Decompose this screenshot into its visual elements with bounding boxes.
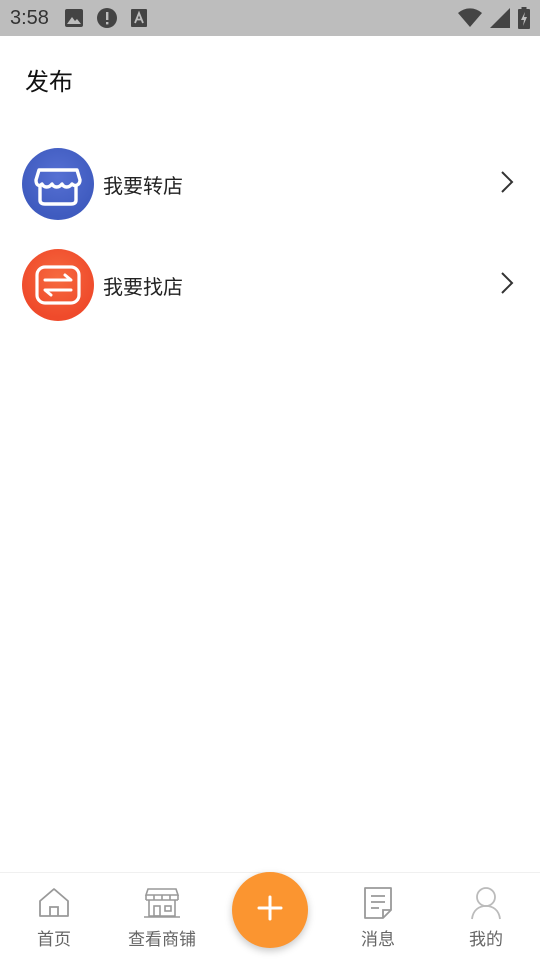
nav-label: 我的 [469,930,503,950]
publish-fab-button[interactable] [232,872,308,948]
storefront-icon [22,148,94,220]
status-bar: 3:58 [0,0,540,36]
menu-item-transfer-shop[interactable]: 我要转店 [0,139,540,229]
user-icon [470,885,502,921]
swap-icon [22,249,94,321]
plus-icon [257,895,283,925]
chevron-right-icon [500,170,514,198]
signal-icon [490,8,510,28]
image-icon [64,9,83,27]
wifi-icon [458,8,482,28]
nav-label: 查看商铺 [128,930,196,950]
status-time: 3:58 [10,6,49,29]
nav-label: 首页 [37,930,71,950]
document-icon [363,885,393,921]
nav-item-shops[interactable]: 查看商铺 [122,873,202,960]
chevron-right-icon [500,271,514,299]
font-icon [130,9,147,27]
menu-item-label: 我要找店 [103,274,183,299]
nav-item-messages[interactable]: 消息 [348,873,408,960]
menu-item-find-shop[interactable]: 我要找店 [0,240,540,330]
status-left-icons [64,8,147,28]
nav-item-home[interactable]: 首页 [24,873,84,960]
home-icon [37,885,71,921]
alert-icon [96,8,117,28]
nav-label: 消息 [361,930,395,950]
battery-icon [518,7,530,29]
nav-item-profile[interactable]: 我的 [456,873,516,960]
status-right-icons [458,0,530,36]
page-title: 发布 [25,68,73,96]
screen: 3:58 发布 我要转店 我要找店 首页 查看商铺 消息 我的 [0,0,540,960]
menu-item-label: 我要转店 [103,173,183,198]
shop-icon [143,885,181,921]
